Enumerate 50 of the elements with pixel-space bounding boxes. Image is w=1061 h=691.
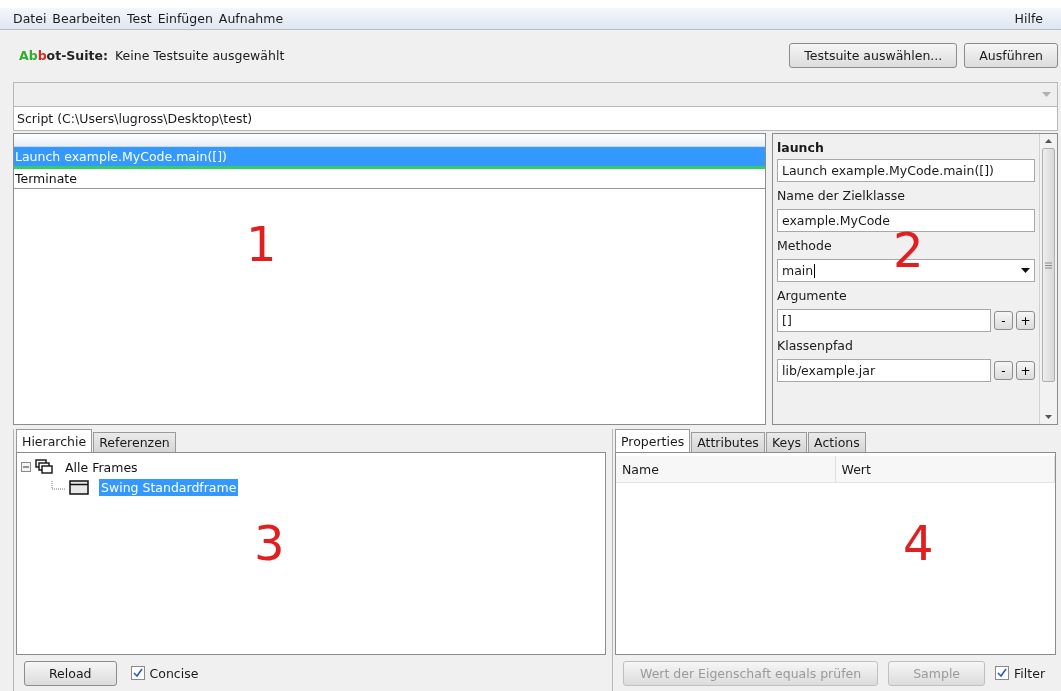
- app-title: Abbot-Suite:: [19, 47, 108, 63]
- tab[interactable]: Attributes: [691, 432, 765, 452]
- text-field[interactable]: Launch example.MyCode.main([]): [777, 159, 1035, 182]
- suite-status: Keine Testsuite ausgewählt: [114, 47, 285, 63]
- filter-checkbox[interactable]: Filter: [995, 665, 1046, 681]
- script-path: Script (C:\Users\lugross\Desktop\test): [13, 107, 1058, 131]
- menu-item[interactable]: Einfügen: [157, 11, 218, 26]
- select-suite-button[interactable]: Testsuite auswählen...: [789, 42, 958, 68]
- remove-button[interactable]: -: [994, 311, 1013, 330]
- field-label: Methode: [777, 237, 832, 255]
- menu-item[interactable]: Bearbeiten: [52, 11, 127, 26]
- stacked-windows-icon: [35, 459, 53, 475]
- tree-item[interactable]: Alle Frames: [63, 458, 140, 476]
- annotation-number: 3: [254, 519, 285, 567]
- tab[interactable]: Actions: [808, 432, 866, 452]
- tab[interactable]: Properties: [615, 429, 691, 452]
- add-button[interactable]: +: [1016, 311, 1035, 330]
- add-button[interactable]: +: [1016, 361, 1035, 380]
- checkmark-icon: [997, 668, 1008, 678]
- tab[interactable]: Keys: [765, 432, 808, 452]
- reload-button[interactable]: Reload: [24, 660, 117, 686]
- annotation-number: 1: [246, 220, 277, 268]
- run-button[interactable]: Ausführen: [964, 42, 1058, 68]
- menu-item[interactable]: Aufnahme: [218, 11, 289, 26]
- tab[interactable]: Referenzen: [93, 432, 176, 452]
- text-field[interactable]: example.MyCode: [777, 209, 1035, 232]
- concise-checkbox[interactable]: Concise: [130, 665, 199, 681]
- tab[interactable]: Hierarchie: [16, 429, 93, 452]
- annotation-number: 4: [903, 519, 934, 567]
- menu-item[interactable]: Datei: [13, 11, 52, 26]
- dropdown-field[interactable]: [13, 82, 1058, 107]
- collapse-icon[interactable]: [21, 462, 31, 472]
- field-label: Argumente: [777, 287, 847, 305]
- dropdown-arrow-icon: [1021, 268, 1030, 273]
- step-type-title: launch: [777, 138, 825, 156]
- scrollbar[interactable]: [1039, 134, 1057, 424]
- field-label: Klassenpfad: [777, 337, 853, 355]
- field-label: Name der Zielklasse: [777, 187, 905, 205]
- checkmark-icon: [132, 668, 143, 678]
- menu-item[interactable]: Hilfe: [1014, 11, 1048, 26]
- column-header[interactable]: Wert: [835, 456, 1055, 482]
- remove-button[interactable]: -: [994, 361, 1013, 380]
- dropdown-arrow-icon: [1042, 92, 1051, 97]
- text-field[interactable]: []: [777, 309, 991, 332]
- grip-icon: [1045, 261, 1052, 269]
- text-field[interactable]: lib/example.jar: [777, 359, 991, 382]
- column-header[interactable]: Name: [616, 456, 836, 482]
- menu-item[interactable]: Test: [127, 11, 157, 26]
- tree-connector-icon: [51, 481, 65, 493]
- window-icon: [69, 479, 89, 495]
